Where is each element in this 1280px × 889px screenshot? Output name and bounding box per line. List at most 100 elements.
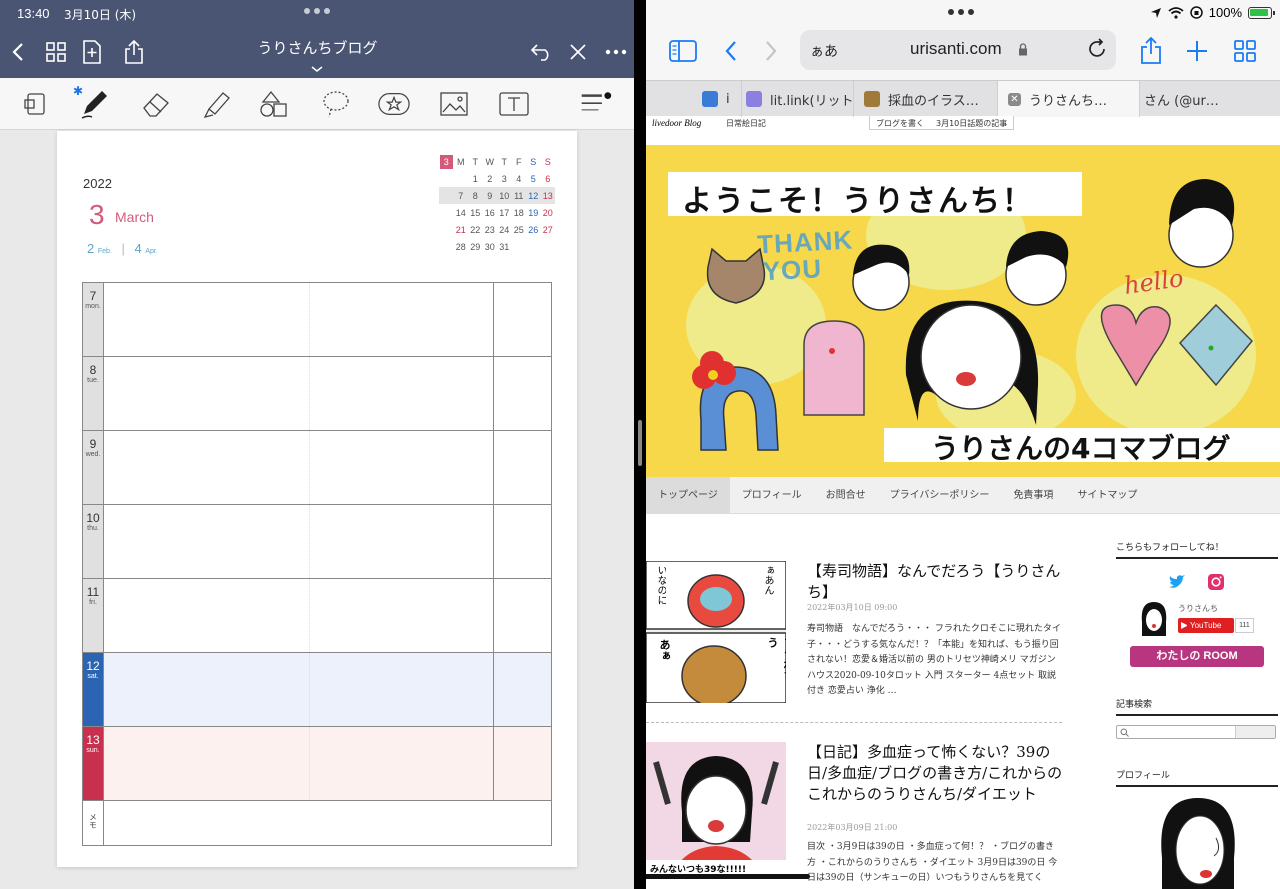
mini-calendar-day[interactable]: 23 xyxy=(483,225,498,235)
back-button[interactable] xyxy=(4,38,32,66)
share-button[interactable] xyxy=(120,38,148,66)
search-button[interactable] xyxy=(1235,726,1275,738)
mini-calendar-day[interactable]: 14 xyxy=(454,208,469,218)
nav-profile[interactable]: プロフィール xyxy=(730,477,814,513)
forward-button[interactable] xyxy=(756,36,786,66)
home-indicator[interactable] xyxy=(646,874,810,879)
next-month-link[interactable]: 4 Apr. xyxy=(135,241,158,256)
mini-calendar-day[interactable]: 25 xyxy=(512,225,527,235)
mini-calendar-day[interactable]: 10 xyxy=(497,191,512,201)
mini-calendar-day[interactable]: 21 xyxy=(454,225,469,235)
lasso-tool-icon[interactable] xyxy=(320,88,352,120)
mini-calendar-day[interactable]: 7 xyxy=(454,191,469,201)
sidebar-toggle-icon[interactable] xyxy=(668,36,698,66)
instagram-icon[interactable] xyxy=(1207,573,1225,591)
search-input[interactable] xyxy=(1116,725,1276,739)
day-notes-area[interactable] xyxy=(104,727,494,800)
planner-page[interactable]: 2022 3 March 2 Feb. | 4 Apr. 3MTWTFSS123… xyxy=(57,131,577,867)
notebook-title[interactable]: うりさんちブログ xyxy=(240,37,395,58)
address-bar[interactable]: ぁあ urisanti.com xyxy=(800,30,1116,70)
post-title[interactable]: 【寿司物語】なんでだろう【うりさんち】 xyxy=(807,561,1067,603)
mini-calendar-day[interactable]: 27 xyxy=(541,225,556,235)
close-edit-button[interactable] xyxy=(564,38,592,66)
nav-contact[interactable]: お問合せ xyxy=(814,477,878,513)
day-row[interactable]: 8 tue. xyxy=(83,357,551,431)
day-row[interactable]: 11 fri. xyxy=(83,579,551,653)
day-notes-area[interactable] xyxy=(104,283,494,356)
mini-calendar-day[interactable]: 22 xyxy=(468,225,483,235)
multitask-dots-icon[interactable] xyxy=(304,8,330,14)
mini-calendar-day[interactable]: 11 xyxy=(512,191,527,201)
day-side-area[interactable] xyxy=(494,505,551,578)
day-side-area[interactable] xyxy=(494,727,551,800)
rakuten-room-button[interactable]: わたしの ROOM xyxy=(1130,646,1264,667)
post-1-thumbnail[interactable]: ぁあん いなのに フラれちゃう あぁ xyxy=(646,561,786,703)
url-host[interactable]: urisanti.com xyxy=(910,39,1002,59)
back-button[interactable] xyxy=(716,36,746,66)
day-notes-area[interactable] xyxy=(104,357,494,430)
more-options-icon[interactable] xyxy=(602,38,630,66)
mini-calendar-day[interactable]: 30 xyxy=(483,242,498,252)
day-notes-area[interactable] xyxy=(104,653,494,726)
day-side-area[interactable] xyxy=(494,431,551,504)
avatar[interactable] xyxy=(1140,602,1168,636)
day-row[interactable]: 12 sat. xyxy=(83,653,551,727)
read-mode-icon[interactable] xyxy=(20,88,52,120)
write-blog-link[interactable]: ブログを書く xyxy=(870,116,930,129)
day-side-area[interactable] xyxy=(494,579,551,652)
day-notes-area[interactable] xyxy=(104,579,494,652)
day-row[interactable]: 9 wed. xyxy=(83,431,551,505)
twitter-icon[interactable] xyxy=(1168,574,1186,590)
day-row[interactable]: 7 mon. xyxy=(83,283,551,357)
mini-calendar-day[interactable]: 28 xyxy=(454,242,469,252)
tab-3[interactable]: 採血のイラス… xyxy=(856,81,998,117)
blog-category[interactable]: 日常絵日記 xyxy=(726,118,766,129)
nav-privacy[interactable]: プライバシーポリシー xyxy=(878,477,1002,513)
nav-top[interactable]: トップページ xyxy=(646,477,730,513)
mini-calendar-day[interactable]: 8 xyxy=(468,191,483,201)
add-page-button[interactable] xyxy=(78,38,106,66)
mini-calendar-day[interactable]: 26 xyxy=(526,225,541,235)
day-row[interactable]: 13 sun. xyxy=(83,727,551,801)
mini-calendar-day[interactable]: 13 xyxy=(541,191,556,201)
mini-calendar-day[interactable]: 3 xyxy=(497,174,512,184)
day-row[interactable]: 10 thu. xyxy=(83,505,551,579)
day-side-area[interactable] xyxy=(494,653,551,726)
tab-2[interactable]: lit.link(リット xyxy=(746,81,854,117)
mini-calendar-day[interactable]: 19 xyxy=(526,208,541,218)
highlighter-tool-icon[interactable] xyxy=(200,88,232,120)
day-notes-area[interactable] xyxy=(104,431,494,504)
mini-calendar-day[interactable]: 29 xyxy=(468,242,483,252)
mini-calendar-day[interactable]: 2 xyxy=(483,174,498,184)
mini-calendar-day[interactable]: 6 xyxy=(541,174,556,184)
text-tool-icon[interactable] xyxy=(498,88,530,120)
close-tab-icon[interactable]: ✕ xyxy=(1008,92,1021,106)
mini-calendar-day[interactable]: 24 xyxy=(497,225,512,235)
blog-banner[interactable]: ようこそ！うりさんち！ THANK YOU hello うりさんの4コマブログ xyxy=(646,145,1280,477)
day-notes-area[interactable] xyxy=(104,505,494,578)
mini-calendar-day[interactable]: 5 xyxy=(526,174,541,184)
share-button[interactable] xyxy=(1136,36,1166,66)
mini-calendar-day[interactable]: 31 xyxy=(497,242,512,252)
mini-calendar-day[interactable]: 4 xyxy=(512,174,527,184)
youtube-subscribe-button[interactable]: YouTube xyxy=(1178,618,1234,633)
post-2-thumbnail[interactable]: みんないつも39な!!!!! xyxy=(646,742,786,889)
eraser-tool-icon[interactable] xyxy=(140,88,172,120)
mini-calendar-day[interactable]: 12 xyxy=(526,191,541,201)
reader-options-button[interactable]: ぁあ xyxy=(810,41,838,61)
mini-calendar-day[interactable]: 1 xyxy=(468,174,483,184)
nav-sitemap[interactable]: サイトマップ xyxy=(1065,477,1149,513)
livedoor-logo[interactable]: livedoor Blog xyxy=(652,118,701,128)
new-tab-button[interactable] xyxy=(1182,36,1212,66)
post-title[interactable]: 【日記】多血症って怖くない？39の日/多血症/ブログの書き方/これからのこれから… xyxy=(807,742,1067,805)
prev-month-link[interactable]: 2 Feb. xyxy=(87,241,112,256)
tab-5[interactable]: さん (@ur… xyxy=(1140,81,1280,117)
grid-view-button[interactable] xyxy=(42,38,70,66)
mini-calendar-day[interactable]: 18 xyxy=(512,208,527,218)
tab-overview-button[interactable] xyxy=(1230,36,1260,66)
pen-tool-icon[interactable] xyxy=(78,88,110,120)
memo-area[interactable] xyxy=(104,801,551,845)
pen-settings-icon[interactable] xyxy=(580,88,612,120)
day-side-area[interactable] xyxy=(494,357,551,430)
tab-1[interactable]: i xyxy=(686,81,742,117)
